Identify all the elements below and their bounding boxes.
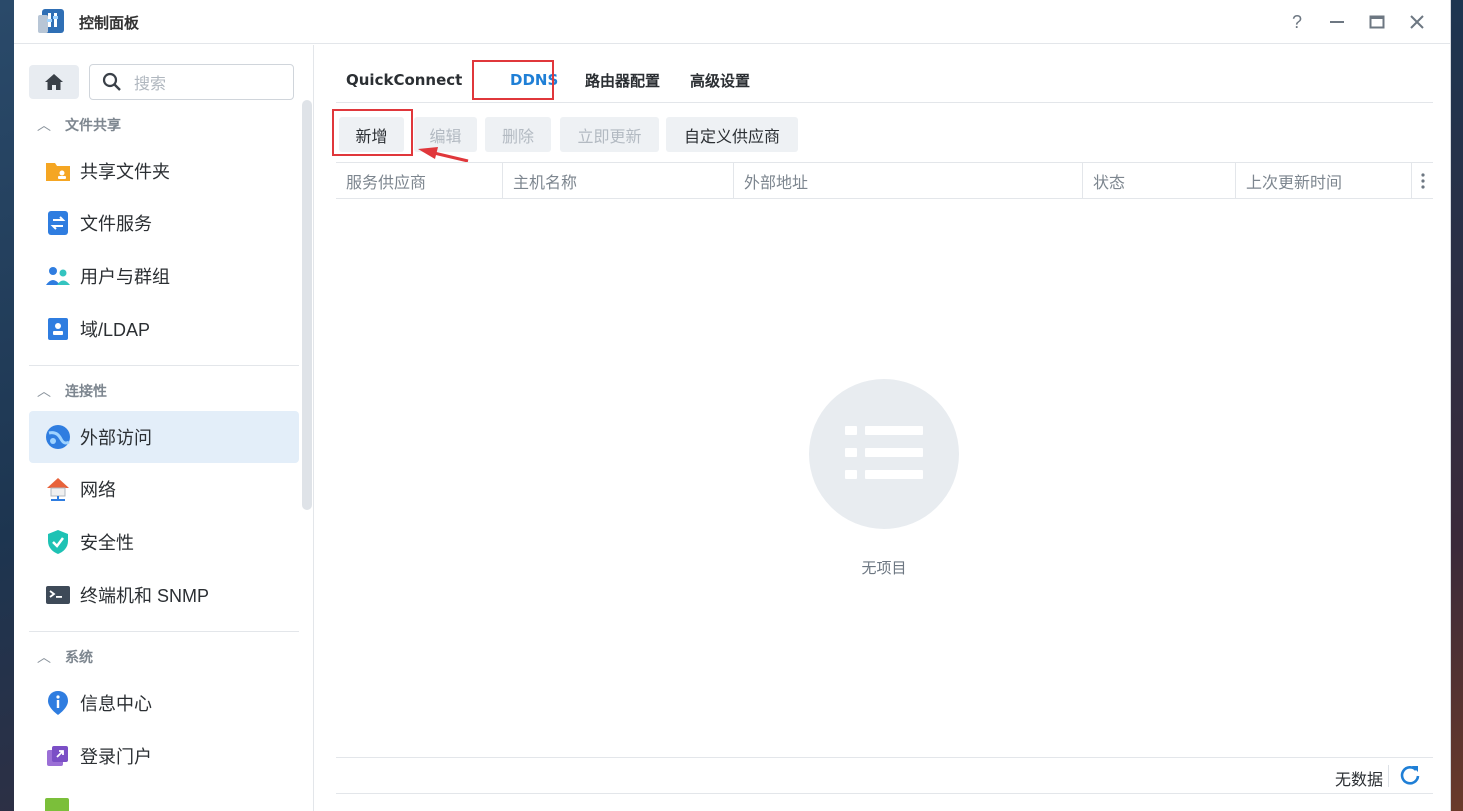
ddns-tab-highlight-box — [472, 60, 554, 100]
title-bar: 控制面板 ? — [14, 0, 1450, 44]
partial-next-item-icon — [44, 797, 70, 811]
column-header-hostname[interactable]: 主机名称 — [503, 163, 733, 199]
delete-button[interactable]: 删除 — [485, 117, 551, 152]
tab-quickconnect[interactable]: QuickConnect — [346, 60, 462, 100]
tab-advanced-settings[interactable]: 高级设置 — [690, 60, 750, 100]
column-header-status[interactable]: 状态 — [1083, 163, 1235, 199]
search-icon — [102, 72, 121, 91]
table-header: 服务供应商 主机名称 外部地址 状态 上次更新时间 — [336, 162, 1433, 199]
close-icon — [1410, 15, 1424, 29]
main-panel: QuickConnect DDNS 路由器配置 高级设置 新增 编辑 删除 立即… — [314, 45, 1451, 811]
sidebar-item-shared-folder[interactable]: 共享文件夹 — [29, 145, 299, 197]
close-button[interactable] — [1404, 9, 1430, 35]
table-footer: 无数据 — [336, 757, 1433, 794]
search-placeholder: 搜索 — [134, 76, 167, 93]
tab-router-config[interactable]: 路由器配置 — [585, 60, 660, 100]
home-icon — [45, 74, 63, 90]
sidebar-item-login-portal[interactable]: 登录门户 — [29, 730, 299, 782]
terminal-icon — [44, 581, 72, 609]
chevron-up-icon: ︿ — [37, 649, 51, 665]
chevron-up-icon: ︿ — [37, 383, 51, 399]
column-header-provider[interactable]: 服务供应商 — [336, 163, 502, 199]
shield-icon — [44, 528, 72, 556]
maximize-icon — [1369, 15, 1385, 29]
empty-state-text: 无项目 — [861, 560, 907, 577]
control-panel-window: 控制面板 ? 搜索 ︿ 文件共享 共享文件夹 文件服务 用户与群组 域/LDAP… — [14, 0, 1451, 811]
section-header-file-sharing[interactable]: ︿ 文件共享 — [29, 110, 299, 140]
add-button-highlight-box — [332, 109, 413, 156]
toolbar: 新增 编辑 删除 立即更新 自定义供应商 — [336, 117, 1433, 153]
minimize-button[interactable] — [1324, 9, 1350, 35]
sidebar: 搜索 ︿ 文件共享 共享文件夹 文件服务 用户与群组 域/LDAP ︿ 连接性 … — [14, 45, 314, 811]
sidebar-item-security[interactable]: 安全性 — [29, 516, 299, 568]
file-services-icon — [44, 209, 72, 237]
sidebar-item-file-services[interactable]: 文件服务 — [29, 197, 299, 249]
network-icon — [44, 475, 72, 503]
sidebar-item-info-center[interactable]: 信息中心 — [29, 677, 299, 729]
update-now-button[interactable]: 立即更新 — [560, 117, 659, 152]
sidebar-divider — [29, 365, 299, 366]
minimize-icon — [1330, 21, 1344, 23]
empty-state-list-icon — [809, 379, 959, 529]
record-count-text: 无数据 — [1334, 772, 1383, 789]
section-header-connectivity[interactable]: ︿ 连接性 — [29, 376, 299, 406]
sidebar-item-users-groups[interactable]: 用户与群组 — [29, 250, 299, 302]
help-button[interactable]: ? — [1284, 9, 1310, 35]
chevron-up-icon: ︿ — [37, 117, 51, 133]
custom-provider-button[interactable]: 自定义供应商 — [666, 117, 798, 152]
column-options-icon[interactable] — [1416, 171, 1430, 191]
home-button[interactable] — [29, 65, 79, 99]
footer-separator — [1388, 765, 1389, 787]
domain-ldap-icon — [44, 315, 72, 343]
sidebar-item-domain-ldap[interactable]: 域/LDAP — [29, 303, 299, 355]
sidebar-item-external-access[interactable]: 外部访问 — [29, 411, 299, 463]
users-groups-icon — [44, 262, 72, 290]
column-header-external-address[interactable]: 外部地址 — [734, 163, 1082, 199]
control-panel-app-icon — [38, 9, 64, 33]
sidebar-item-network[interactable]: 网络 — [29, 463, 299, 515]
shared-folder-icon — [44, 157, 72, 185]
login-portal-icon — [44, 742, 72, 770]
sidebar-divider — [29, 631, 299, 632]
sidebar-item-terminal-snmp[interactable]: 终端机和 SNMP — [29, 569, 299, 621]
maximize-button[interactable] — [1364, 9, 1390, 35]
external-access-icon — [44, 423, 72, 451]
column-separator[interactable] — [1411, 163, 1412, 199]
column-header-last-update[interactable]: 上次更新时间 — [1236, 163, 1411, 199]
section-header-system[interactable]: ︿ 系统 — [29, 642, 299, 672]
info-center-icon — [44, 689, 72, 717]
refresh-icon[interactable] — [1399, 764, 1421, 786]
window-title: 控制面板 — [79, 15, 140, 32]
sidebar-scrollbar[interactable] — [302, 100, 312, 510]
search-input[interactable]: 搜索 — [89, 64, 294, 100]
